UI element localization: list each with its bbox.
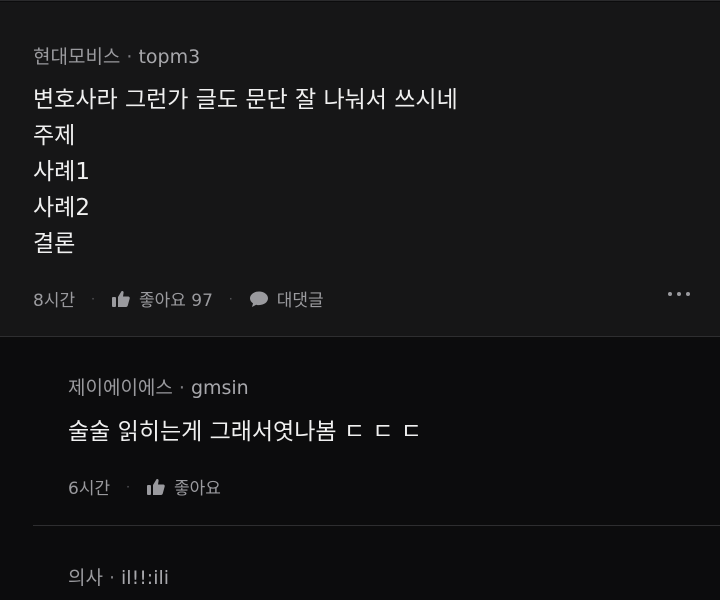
author-separator: · [178, 377, 185, 399]
reply-button[interactable]: 대댓글 [249, 286, 324, 311]
author-company: 의사 [68, 567, 103, 589]
author-separator: · [108, 567, 116, 589]
comment-body-line: 변호사라 그런가 글도 문단 잘 나눠서 쓰시네 [33, 87, 458, 113]
comment-body-line: 사례1 [33, 159, 90, 185]
comment-time: 8시간 [33, 291, 76, 311]
author-company: 제이에이에스 [68, 377, 173, 399]
more-dots-icon[interactable] [668, 292, 690, 296]
reply-author[interactable]: 제이에이에스 · gmsin [68, 373, 249, 400]
reply-divider [33, 525, 720, 526]
like-label: 좋아요 97 [138, 291, 213, 311]
like-label: 좋아요 [173, 479, 221, 499]
comment-body-line: 결론 [33, 231, 76, 257]
comment-card: 현대모비스 · topm3 변호사라 그런가 글도 문단 잘 나눠서 쓰시네 주제 … [0, 2, 720, 336]
comments-screen: 현대모비스 · topm3 변호사라 그런가 글도 문단 잘 나눠서 쓰시네 주제 … [0, 0, 720, 600]
comment-body-line: 주제 [33, 123, 76, 149]
comment-author[interactable]: 현대모비스 · topm3 [33, 42, 200, 69]
author-separator: · [126, 46, 133, 68]
author-nickname: il!!:ili [121, 567, 170, 589]
reply-label: 대댓글 [276, 291, 324, 311]
reply-meta: 6시간 · 좋아요 [68, 474, 221, 499]
like-button[interactable]: 좋아요 97 [111, 286, 213, 311]
top-divider [0, 0, 720, 1]
comment-meta: 8시간 · 좋아요 97 · 대댓글 [33, 286, 324, 311]
speech-bubble-icon [249, 291, 268, 307]
author-nickname: gmsin [190, 377, 249, 399]
reply-author[interactable]: 의사 · il!!:ili [68, 563, 169, 590]
author-company: 현대모비스 [33, 46, 121, 68]
thumbs-up-icon [111, 290, 130, 307]
reply-body: 술술 읽히는게 그래서엿나봄 ㄷ ㄷ ㄷ [68, 419, 422, 445]
author-nickname: topm3 [138, 46, 201, 68]
thumbs-up-icon [146, 478, 165, 495]
like-button[interactable]: 좋아요 [146, 474, 221, 499]
comment-divider [0, 336, 720, 337]
comment-body-line: 사례2 [33, 195, 90, 221]
reply-time: 6시간 [68, 479, 111, 499]
